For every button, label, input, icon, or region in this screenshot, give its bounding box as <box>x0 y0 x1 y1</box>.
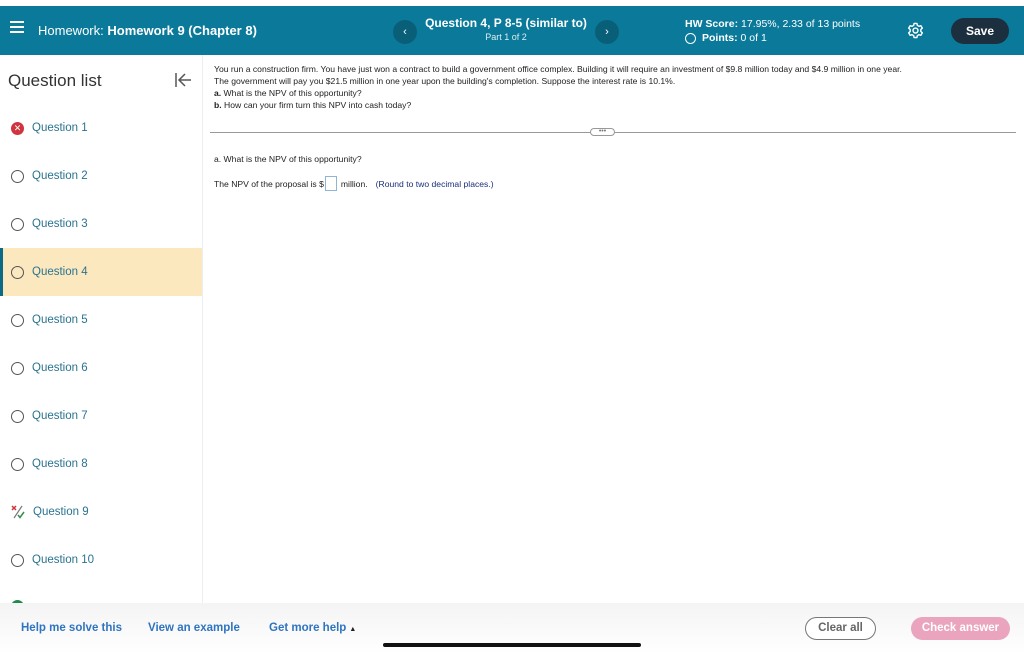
question-item-5[interactable]: Question 5 <box>0 296 202 344</box>
question-label: Question 2 <box>32 170 88 182</box>
points-value: 0 of 1 <box>740 32 767 44</box>
part-a-question: a. What is the NPV of this opportunity? <box>214 154 362 164</box>
problem-statement: You run a construction firm. You have ju… <box>214 63 1014 111</box>
problem-line-2: The government will pay you $21.5 millio… <box>214 76 676 86</box>
previous-question-button[interactable]: ‹ <box>393 20 417 44</box>
question-label: Question 1 <box>32 122 88 134</box>
unanswered-icon <box>11 265 24 279</box>
homework-prefix: Homework: <box>38 23 104 38</box>
help-me-solve-link[interactable]: Help me solve this <box>21 622 122 634</box>
hw-score-value: 17.95%, 2.33 of 13 points <box>741 18 861 30</box>
answer-prefix: The NPV of the proposal is $ <box>214 178 324 189</box>
question-item-1[interactable]: ✕ Question 1 <box>0 104 202 152</box>
question-title: Question 4, P 8-5 (similar to) <box>425 16 587 30</box>
question-label: Question 10 <box>32 554 95 566</box>
header-bar: Homework: Homework 9 (Chapter 8) ‹ Quest… <box>0 6 1024 55</box>
get-more-help-link[interactable]: Get more help ▲ <box>269 622 356 634</box>
problem-part-a: a. What is the NPV of this opportunity? <box>214 87 1014 99</box>
hw-score: HW Score: 17.95%, 2.33 of 13 points <box>685 18 860 30</box>
points-status-icon <box>685 32 696 44</box>
unanswered-icon <box>11 217 24 231</box>
gear-icon[interactable] <box>907 22 924 39</box>
clear-all-button[interactable]: Clear all <box>805 617 876 640</box>
unanswered-icon <box>11 169 24 183</box>
expand-more-button[interactable]: ••• <box>590 128 615 136</box>
question-item-8[interactable]: Question 8 <box>0 440 202 488</box>
partial-credit-icon <box>11 505 25 519</box>
collapse-sidebar-icon[interactable] <box>174 71 192 89</box>
question-item-7[interactable]: Question 7 <box>0 392 202 440</box>
footer-bar: Help me solve this View an example Get m… <box>0 603 1024 655</box>
question-label: Question 6 <box>32 362 88 374</box>
problem-line-1: You run a construction firm. You have ju… <box>214 64 902 74</box>
menu-icon[interactable] <box>10 21 24 33</box>
question-content: You run a construction firm. You have ju… <box>204 55 1024 603</box>
question-list-title: Question list <box>8 71 102 90</box>
unanswered-icon <box>11 457 24 471</box>
part-a-text: What is the NPV of this opportunity? <box>221 88 362 98</box>
question-points: Points: 0 of 1 <box>685 32 767 44</box>
hw-score-label: HW Score: <box>685 18 739 30</box>
part-b-text: How can your firm turn this NPV into cas… <box>221 100 412 110</box>
question-label: Question 9 <box>33 506 89 518</box>
answer-suffix: million. <box>340 178 368 189</box>
question-label: Question 3 <box>32 218 88 230</box>
home-indicator <box>383 643 641 647</box>
get-more-help-label: Get more help <box>269 622 347 634</box>
unanswered-icon <box>11 313 24 327</box>
question-part: Part 1 of 2 <box>485 32 527 42</box>
npv-answer-input[interactable] <box>324 176 337 191</box>
question-item-2[interactable]: Question 2 <box>0 152 202 200</box>
incorrect-icon: ✕ <box>11 121 24 135</box>
view-example-link[interactable]: View an example <box>148 622 240 634</box>
homework-name: Homework 9 (Chapter 8) <box>107 23 257 38</box>
answer-line: The NPV of the proposal is $ million. (R… <box>214 176 494 191</box>
points-label: Points: <box>702 32 738 44</box>
question-label: Question 7 <box>32 410 88 422</box>
next-question-button[interactable]: › <box>595 20 619 44</box>
part-b-prefix: b. <box>214 100 222 110</box>
problem-part-b: b. How can your firm turn this NPV into … <box>214 99 1014 111</box>
question-item-9[interactable]: Question 9 <box>0 488 202 536</box>
rounding-hint: (Round to two decimal places.) <box>375 178 494 189</box>
unanswered-icon <box>11 409 24 423</box>
question-item-3[interactable]: Question 3 <box>0 200 202 248</box>
caret-up-icon: ▲ <box>349 626 357 633</box>
unanswered-icon <box>11 553 24 567</box>
question-item-6[interactable]: Question 6 <box>0 344 202 392</box>
save-button[interactable]: Save <box>951 18 1009 44</box>
question-list-panel: Question list ✕ Question 1 Question 2 Qu… <box>0 55 203 603</box>
question-label: Question 4 <box>32 266 88 278</box>
question-label: Question 5 <box>32 314 88 326</box>
question-label: Question 8 <box>32 458 88 470</box>
question-item-10[interactable]: Question 10 <box>0 536 202 584</box>
unanswered-icon <box>11 361 24 375</box>
homework-title: Homework: Homework 9 (Chapter 8) <box>38 23 257 38</box>
check-answer-button[interactable]: Check answer <box>911 617 1010 640</box>
question-item-4[interactable]: Question 4 <box>0 248 202 296</box>
